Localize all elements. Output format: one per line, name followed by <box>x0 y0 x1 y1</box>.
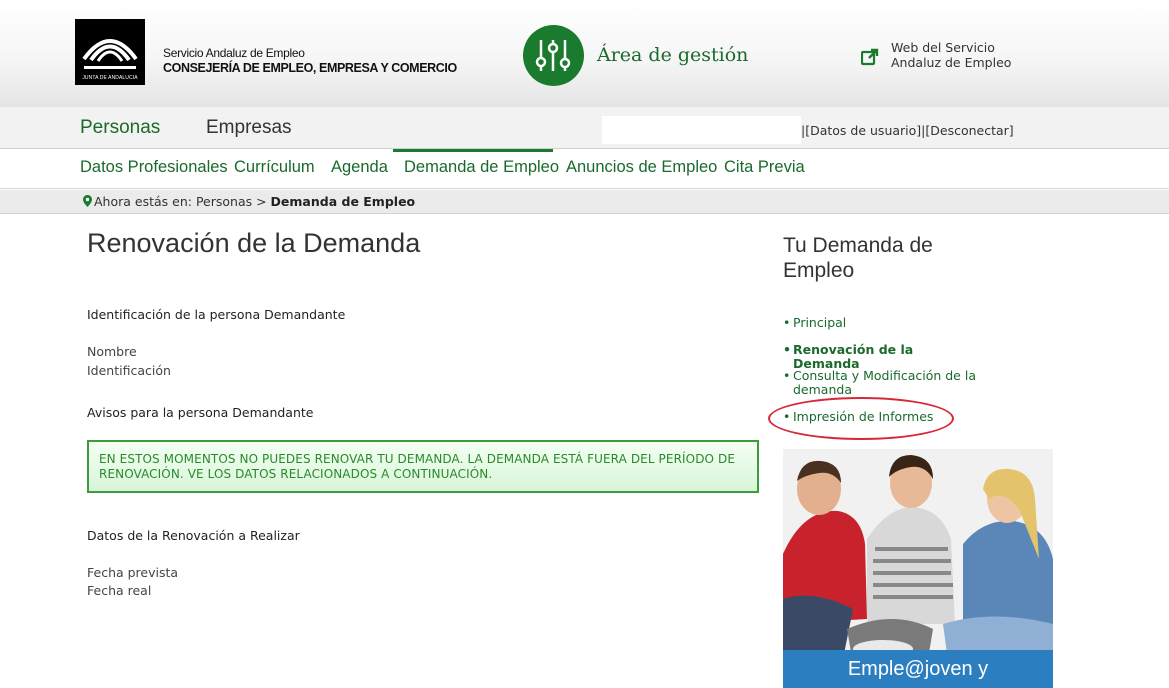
renewal-section-label: Datos de la Renovación a Realizar <box>87 528 300 543</box>
org-department: CONSEJERÍA DE EMPLEO, EMPRESA Y COMERCIO <box>163 61 457 75</box>
sidebar-item-principal[interactable]: • Principal <box>783 316 983 330</box>
name-label: Nombre <box>87 344 137 359</box>
tab-personas[interactable]: Personas <box>80 117 160 139</box>
page-title: Renovación de la Demanda <box>87 228 421 258</box>
logo-caption: JUNTA DE ANDALUCIA <box>82 75 138 81</box>
user-name-field <box>602 116 801 144</box>
expected-date-label: Fecha prevista <box>87 565 179 580</box>
subnav-datos-profesionales[interactable]: Datos Profesionales <box>80 158 228 177</box>
subnav-demanda-empleo[interactable]: Demanda de Empleo <box>404 158 559 177</box>
sidebar-item-renovacion[interactable]: • Renovación de la Demanda <box>783 343 983 371</box>
external-link-icon[interactable] <box>861 48 879 66</box>
breadcrumb-current: Demanda de Empleo <box>270 194 416 209</box>
org-name: Servicio Andaluz de Empleo <box>163 46 305 60</box>
notices-section-label: Avisos para la persona Demandante <box>87 405 314 420</box>
sliders-icon <box>523 25 584 86</box>
promo-caption: Emple@joven y <box>783 650 1053 688</box>
actual-date-label: Fecha real <box>87 583 152 598</box>
sidebar-item-label: Renovación de la Demanda <box>793 342 914 371</box>
subnav-anuncios-empleo[interactable]: Anuncios de Empleo <box>566 158 717 177</box>
web-link-line2: Andaluz de Empleo <box>891 55 1012 70</box>
logout-link[interactable]: [Desconectar] <box>925 123 1013 138</box>
user-links: |[Datos de usuario]|[Desconectar] <box>801 123 1014 138</box>
sidebar-title: Tu Demanda de Empleo <box>783 234 933 282</box>
id-label: Identificación <box>87 363 171 378</box>
sidebar-item-consulta[interactable]: • Consulta y Modificación de la demanda <box>783 369 983 397</box>
identification-section-label: Identificación de la persona Demandante <box>87 307 346 322</box>
map-pin-icon <box>83 195 92 207</box>
web-link-line1: Web del Servicio <box>891 40 995 55</box>
renewal-notice: EN ESTOS MOMENTOS NO PUEDES RENOVAR TU D… <box>87 440 759 493</box>
junta-andalucia-logo[interactable]: JUNTA DE ANDALUCIA <box>75 19 145 85</box>
user-data-link[interactable]: [Datos de usuario] <box>805 123 921 138</box>
sidebar-item-label: Principal <box>793 315 847 330</box>
subnav-curriculum[interactable]: Currículum <box>234 158 315 177</box>
sidebar-item-label: Consulta y Modificación de la demanda <box>793 368 976 397</box>
red-highlight-ellipse <box>768 397 954 440</box>
bullet: • <box>783 368 791 383</box>
subnav-cita-previa[interactable]: Cita Previa <box>724 158 805 177</box>
promo-banner[interactable]: Emple@joven y <box>783 449 1053 688</box>
breadcrumb-text: Ahora estás en: Personas > Demanda de Em… <box>83 194 415 209</box>
breadcrumb-prefix[interactable]: Ahora estás en: Personas > <box>94 194 271 209</box>
bullet: • <box>783 315 791 330</box>
tab-empresas[interactable]: Empresas <box>206 117 292 139</box>
subnav-agenda[interactable]: Agenda <box>331 158 388 177</box>
bullet: • <box>783 342 791 357</box>
area-title: Área de gestión <box>597 44 749 66</box>
web-servicio-link[interactable]: Web del Servicio Andaluz de Empleo <box>891 40 1011 70</box>
